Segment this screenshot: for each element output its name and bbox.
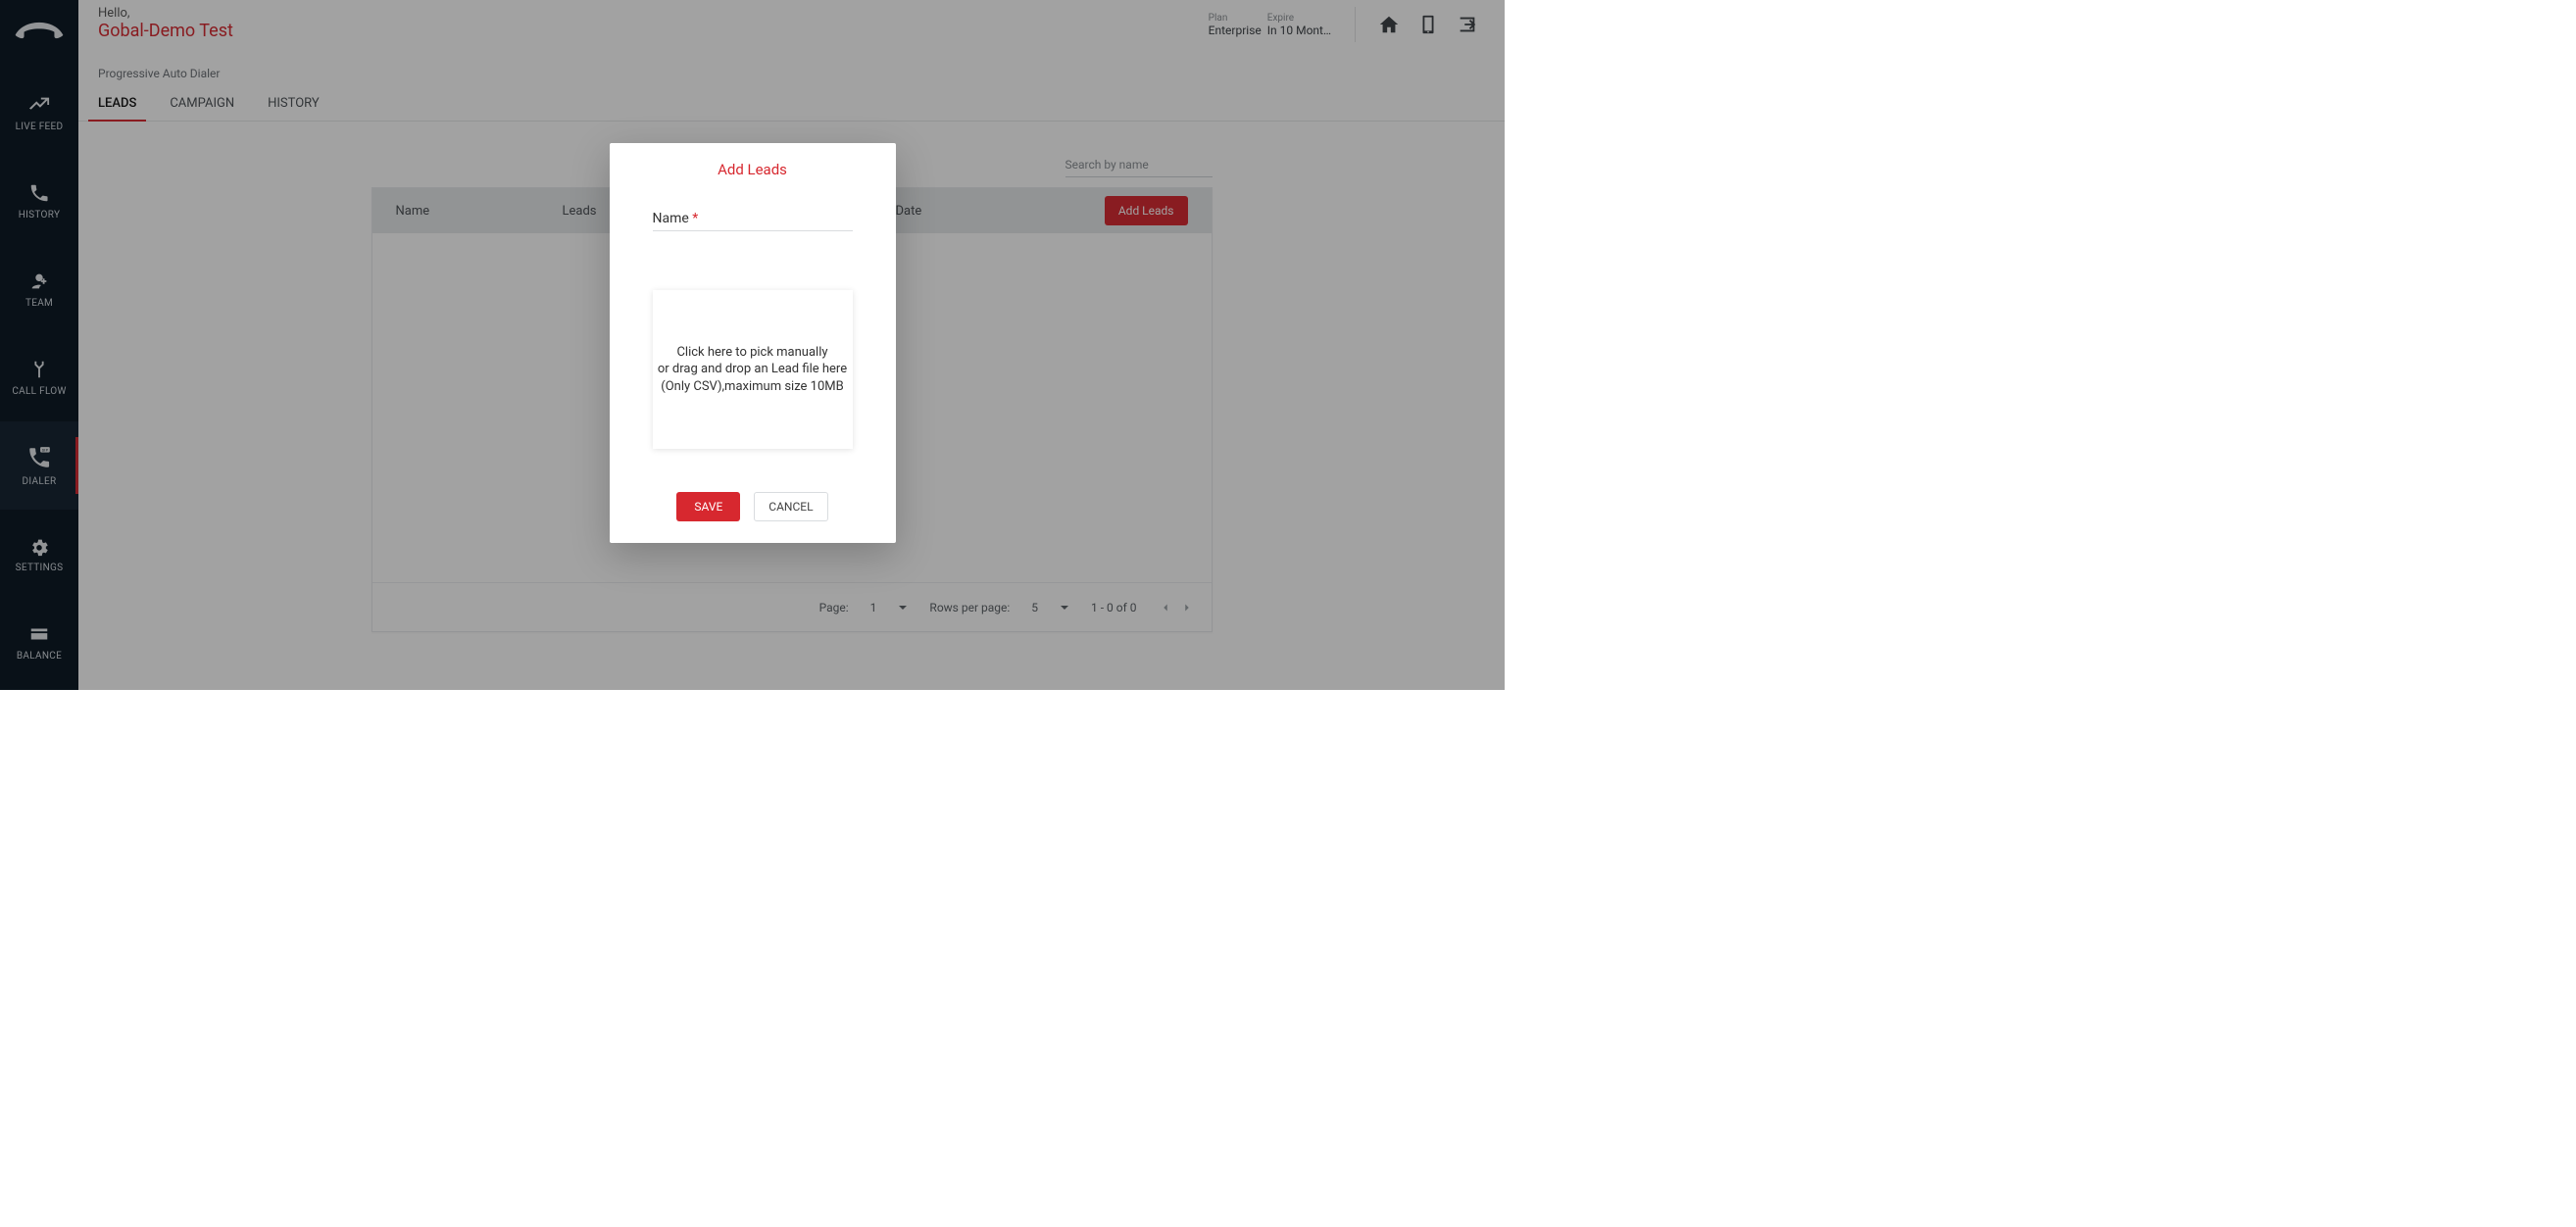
cancel-button[interactable]: CANCEL [754, 492, 827, 521]
modal-title: Add Leads [631, 161, 874, 178]
name-field[interactable]: Name * [653, 202, 853, 231]
file-drop-zone[interactable]: Click here to pick manually or drag and … [653, 290, 853, 449]
app-root: LIVE FEED HISTORY TEAM CALL FLOW SIP DIA… [0, 0, 1505, 690]
add-leads-modal: Add Leads Name * Click here to pick manu… [610, 143, 896, 543]
modal-scrim[interactable]: Add Leads Name * Click here to pick manu… [0, 0, 1505, 690]
save-button[interactable]: SAVE [676, 492, 740, 521]
